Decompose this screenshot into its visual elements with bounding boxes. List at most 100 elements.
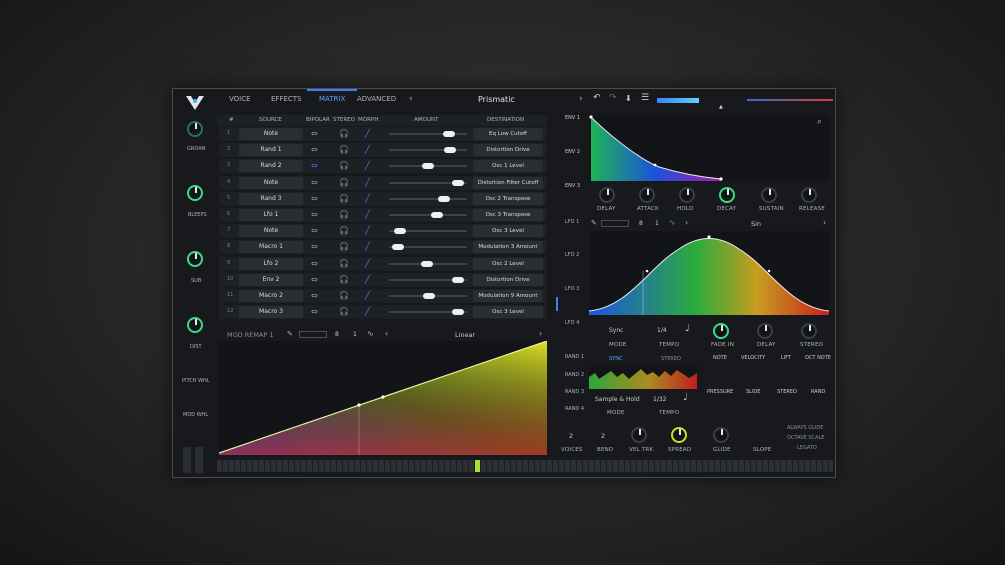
lfo-sync-select[interactable]: Sync xyxy=(609,327,623,334)
morph-icon[interactable]: ╱ xyxy=(365,225,370,237)
bipolar-icon[interactable]: ⇔ xyxy=(311,160,318,172)
preset-name[interactable]: Prismatic xyxy=(478,95,515,104)
lfo-grid-y[interactable]: 1 xyxy=(655,220,659,227)
zoom-icon[interactable]: ⌕ xyxy=(817,117,822,127)
save-icon[interactable]: ⬇ xyxy=(625,94,632,103)
env-tab-1[interactable]: ENV 1 xyxy=(565,115,580,121)
morph-icon[interactable]: ╱ xyxy=(365,306,370,318)
lfo-note-icon[interactable]: ♩ xyxy=(685,323,690,334)
lfo-graph[interactable] xyxy=(589,231,829,315)
bipolar-icon[interactable]: ⇔ xyxy=(311,258,318,270)
bleeps-knob[interactable] xyxy=(187,185,203,201)
vel-trk-knob[interactable] xyxy=(631,427,647,443)
remap-curve-name[interactable]: Linear xyxy=(455,331,475,339)
row-source[interactable]: Lfo 1 xyxy=(239,209,303,221)
amount-slider[interactable] xyxy=(389,131,467,137)
master-volume[interactable] xyxy=(747,99,833,101)
remap-prev-icon[interactable]: ‹ xyxy=(385,329,388,338)
rand-stereo-button[interactable]: STEREO xyxy=(661,356,681,362)
row-source[interactable]: Env 2 xyxy=(239,273,303,286)
lfo-tab-2[interactable]: LFO 2 xyxy=(565,252,579,258)
row-destination[interactable]: Modulation 9 Amount xyxy=(473,290,543,302)
amount-slider[interactable] xyxy=(389,212,467,218)
morph-icon[interactable]: ╱ xyxy=(365,144,370,156)
menu-icon[interactable]: ☰ xyxy=(641,93,649,103)
stereo-icon[interactable]: 🎧 xyxy=(339,274,349,286)
row-destination[interactable]: Osc 3 Level xyxy=(473,225,543,238)
lfo-tab-3[interactable]: LFO 3 xyxy=(565,286,579,292)
rand-note-icon[interactable]: ♩ xyxy=(683,392,688,403)
amount-slider-thumb[interactable] xyxy=(430,212,443,218)
lfo-tab-4[interactable]: LFO 4 xyxy=(565,320,579,326)
env-delay-knob[interactable] xyxy=(599,187,615,203)
remap-grid-x[interactable]: 8 xyxy=(335,331,339,338)
tab-advanced[interactable]: ADVANCED xyxy=(357,95,396,103)
amount-slider-thumb[interactable] xyxy=(452,309,465,316)
env-attack-knob[interactable] xyxy=(639,187,655,203)
row-source[interactable]: Rand 3 xyxy=(239,192,303,205)
keyboard[interactable] xyxy=(217,460,833,472)
env-hold-knob[interactable] xyxy=(679,187,695,203)
morph-icon[interactable]: ╱ xyxy=(365,193,370,205)
env-tab-2[interactable]: ENV 2 xyxy=(565,149,580,155)
amount-slider[interactable] xyxy=(389,179,467,186)
spread-knob[interactable] xyxy=(671,427,687,443)
remap-smooth-icon[interactable]: ∿ xyxy=(367,329,374,338)
row-destination[interactable]: Eq Low Cutoff xyxy=(473,128,543,140)
stereo-icon[interactable]: 🎧 xyxy=(339,128,349,140)
stereo-icon[interactable]: 🎧 xyxy=(339,290,349,302)
morph-icon[interactable]: ╱ xyxy=(365,274,370,286)
bend-value[interactable]: 2 xyxy=(601,432,605,440)
amount-slider-thumb[interactable] xyxy=(443,131,456,137)
amount-slider-thumb[interactable] xyxy=(444,147,457,154)
lfo-next-icon[interactable]: › xyxy=(823,218,826,227)
row-destination[interactable]: Distortion Drive xyxy=(473,273,543,286)
rand-mode-select[interactable]: Sample & Hold xyxy=(595,396,640,403)
morph-icon[interactable]: ╱ xyxy=(365,290,370,302)
row-destination[interactable]: Osc 1 Level xyxy=(473,160,543,173)
groan-knob[interactable] xyxy=(187,121,203,137)
row-destination[interactable]: Distortion Drive xyxy=(473,144,543,157)
morph-icon[interactable]: ╱ xyxy=(365,209,370,221)
morph-icon[interactable]: ╱ xyxy=(365,177,370,189)
tab-voice[interactable]: VOICE xyxy=(229,95,251,103)
stereo-icon[interactable]: 🎧 xyxy=(339,225,349,237)
amount-slider[interactable] xyxy=(389,309,467,316)
rand-tab-3[interactable]: RAND 3 xyxy=(565,389,584,395)
octave-scale-option[interactable]: OCTAVE SCALE xyxy=(787,435,824,441)
stereo-icon[interactable]: 🎧 xyxy=(339,209,349,221)
lfo-fade-in-knob[interactable] xyxy=(713,323,729,339)
amount-slider-thumb[interactable] xyxy=(452,179,465,186)
amount-slider-thumb[interactable] xyxy=(394,228,407,235)
morph-icon[interactable]: ╱ xyxy=(365,128,370,140)
lfo-tab-1[interactable]: LFO 1 xyxy=(565,219,579,225)
lfo-grid-x[interactable]: 8 xyxy=(639,220,643,227)
bipolar-icon[interactable]: ⇔ xyxy=(311,225,318,237)
lfo-delay-knob[interactable] xyxy=(757,323,773,339)
pitch-wheel[interactable] xyxy=(183,447,191,473)
always-glide-option[interactable]: ALWAYS GLIDE xyxy=(787,425,823,431)
bipolar-icon[interactable]: ⇔ xyxy=(311,193,318,205)
row-destination[interactable]: Osc 3 Level xyxy=(473,306,543,319)
lfo-stereo-knob[interactable] xyxy=(801,323,817,339)
amount-slider[interactable] xyxy=(389,260,467,267)
lfo-pencil-icon[interactable]: ✎ xyxy=(591,219,597,227)
dist-knob[interactable] xyxy=(187,317,203,333)
morph-icon[interactable]: ╱ xyxy=(365,160,370,172)
morph-icon[interactable]: ╱ xyxy=(365,258,370,270)
legato-option[interactable]: LEGATO xyxy=(797,445,817,451)
stereo-icon[interactable]: 🎧 xyxy=(339,160,349,172)
amount-slider[interactable] xyxy=(389,147,467,154)
stereo-icon[interactable]: 🎧 xyxy=(339,193,349,205)
row-destination[interactable]: Osc 2 Level xyxy=(473,257,543,270)
row-source[interactable]: Note xyxy=(239,225,303,238)
bipolar-icon[interactable]: ⇔ xyxy=(311,274,318,286)
amount-slider-thumb[interactable] xyxy=(452,276,465,283)
stereo-icon[interactable]: 🎧 xyxy=(339,177,349,189)
rand-tab-1[interactable]: RAND 1 xyxy=(565,354,584,360)
row-source[interactable]: Lfo 2 xyxy=(239,257,303,270)
amount-slider-thumb[interactable] xyxy=(420,260,433,267)
row-source[interactable]: Note xyxy=(239,128,303,140)
env-graph[interactable] xyxy=(589,115,829,181)
remap-graph[interactable] xyxy=(219,341,547,455)
